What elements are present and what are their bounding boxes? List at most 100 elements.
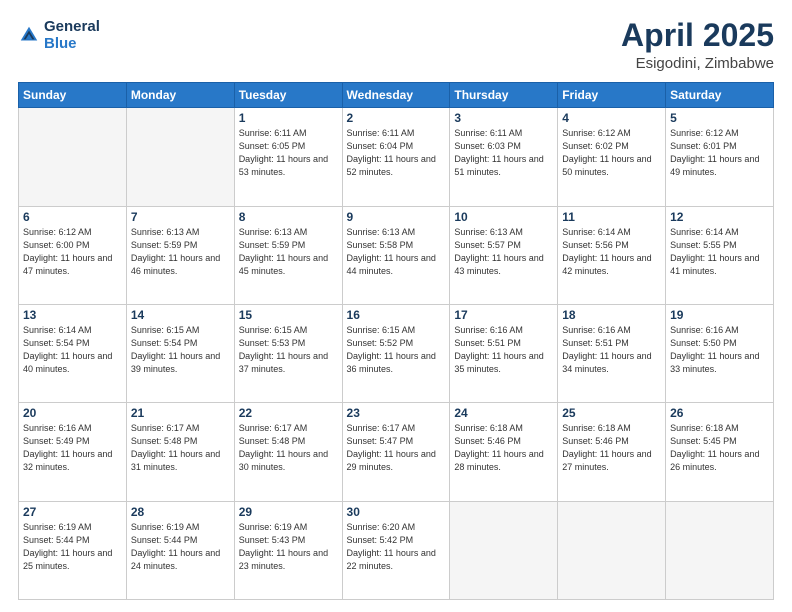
day-number: 13 [23, 308, 122, 322]
day-number: 12 [670, 210, 769, 224]
day-info: Sunrise: 6:12 AMSunset: 6:01 PMDaylight:… [670, 127, 769, 179]
day-number: 29 [239, 505, 338, 519]
day-cell: 9Sunrise: 6:13 AMSunset: 5:58 PMDaylight… [342, 206, 450, 304]
day-cell: 14 Sunrise: 6:15 AMSunset: 5:54 PMDayligh… [126, 304, 234, 402]
day-info: Sunrise: 6:14 AMSunset: 5:55 PMDaylight:… [670, 226, 769, 278]
day-cell: 25 Sunrise: 6:18 AMSunset: 5:46 PMDayligh… [558, 403, 666, 501]
day-info: Sunrise: 6:13 AMSunset: 5:59 PMDaylight:… [131, 226, 230, 278]
day-info: Sunrise: 6:16 AMSunset: 5:49 PMDaylight:… [23, 422, 122, 474]
day-cell: 18 Sunrise: 6:16 AMSunset: 5:51 PMDayligh… [558, 304, 666, 402]
day-cell: 30 Sunrise: 6:20 AMSunset: 5:42 PMDayligh… [342, 501, 450, 599]
day-info: Sunrise: 6:12 AMSunset: 6:02 PMDaylight:… [562, 127, 661, 179]
day-cell: 16 Sunrise: 6:15 AMSunset: 5:52 PMDayligh… [342, 304, 450, 402]
day-info: Sunrise: 6:16 AMSunset: 5:51 PMDaylight:… [562, 324, 661, 376]
weekday-header-monday: Monday [126, 83, 234, 108]
weekday-header-friday: Friday [558, 83, 666, 108]
week-row-4: 20 Sunrise: 6:16 AMSunset: 5:49 PMDayligh… [19, 403, 774, 501]
day-cell: 28 Sunrise: 6:19 AMSunset: 5:44 PMDayligh… [126, 501, 234, 599]
week-row-1: 1 Sunrise: 6:11 AMSunset: 6:05 PMDaylight… [19, 108, 774, 206]
day-cell [666, 501, 774, 599]
day-number: 5 [670, 111, 769, 125]
day-cell: 17 Sunrise: 6:16 AMSunset: 5:51 PMDayligh… [450, 304, 558, 402]
day-number: 22 [239, 406, 338, 420]
weekday-header-thursday: Thursday [450, 83, 558, 108]
day-cell: 11 Sunrise: 6:14 AMSunset: 5:56 PMDayligh… [558, 206, 666, 304]
day-info: Sunrise: 6:18 AMSunset: 5:45 PMDaylight:… [670, 422, 769, 474]
day-number: 2 [347, 111, 446, 125]
logo-icon [18, 24, 40, 46]
day-number: 11 [562, 210, 661, 224]
logo-text: General Blue [44, 18, 100, 53]
week-row-3: 13Sunrise: 6:14 AMSunset: 5:54 PMDayligh… [19, 304, 774, 402]
day-cell: 27Sunrise: 6:19 AMSunset: 5:44 PMDayligh… [19, 501, 127, 599]
day-info: Sunrise: 6:16 AMSunset: 5:50 PMDaylight:… [670, 324, 769, 376]
page: General Blue April 2025 Esigodini, Zimba… [0, 0, 792, 612]
day-cell: 21 Sunrise: 6:17 AMSunset: 5:48 PMDayligh… [126, 403, 234, 501]
day-info: Sunrise: 6:12 AMSunset: 6:00 PMDaylight:… [23, 226, 122, 278]
day-cell: 2 Sunrise: 6:11 AMSunset: 6:04 PMDaylight… [342, 108, 450, 206]
title-area: April 2025 Esigodini, Zimbabwe [621, 18, 774, 72]
day-number: 24 [454, 406, 553, 420]
day-number: 8 [239, 210, 338, 224]
day-number: 20 [23, 406, 122, 420]
weekday-header-tuesday: Tuesday [234, 83, 342, 108]
day-info: Sunrise: 6:19 AMSunset: 5:44 PMDaylight:… [131, 521, 230, 573]
day-info: Sunrise: 6:13 AMSunset: 5:57 PMDaylight:… [454, 226, 553, 278]
day-cell: 7Sunrise: 6:13 AMSunset: 5:59 PMDaylight… [126, 206, 234, 304]
day-info: Sunrise: 6:18 AMSunset: 5:46 PMDaylight:… [454, 422, 553, 474]
week-row-5: 27Sunrise: 6:19 AMSunset: 5:44 PMDayligh… [19, 501, 774, 599]
day-number: 15 [239, 308, 338, 322]
day-info: Sunrise: 6:15 AMSunset: 5:53 PMDaylight:… [239, 324, 338, 376]
day-number: 3 [454, 111, 553, 125]
day-cell: 10 Sunrise: 6:13 AMSunset: 5:57 PMDayligh… [450, 206, 558, 304]
day-number: 19 [670, 308, 769, 322]
logo: General Blue [18, 18, 100, 53]
day-cell: 4 Sunrise: 6:12 AMSunset: 6:02 PMDaylight… [558, 108, 666, 206]
day-cell: 24 Sunrise: 6:18 AMSunset: 5:46 PMDayligh… [450, 403, 558, 501]
logo-general: General [44, 18, 100, 35]
day-cell [19, 108, 127, 206]
day-number: 14 [131, 308, 230, 322]
day-number: 26 [670, 406, 769, 420]
day-cell [558, 501, 666, 599]
day-cell: 19 Sunrise: 6:16 AMSunset: 5:50 PMDayligh… [666, 304, 774, 402]
day-cell: 15 Sunrise: 6:15 AMSunset: 5:53 PMDayligh… [234, 304, 342, 402]
day-number: 9 [347, 210, 446, 224]
day-number: 17 [454, 308, 553, 322]
day-cell: 22Sunrise: 6:17 AMSunset: 5:48 PMDayligh… [234, 403, 342, 501]
day-number: 10 [454, 210, 553, 224]
day-info: Sunrise: 6:17 AMSunset: 5:48 PMDaylight:… [131, 422, 230, 474]
day-cell: 29 Sunrise: 6:19 AMSunset: 5:43 PMDayligh… [234, 501, 342, 599]
day-cell: 23Sunrise: 6:17 AMSunset: 5:47 PMDayligh… [342, 403, 450, 501]
day-cell: 26 Sunrise: 6:18 AMSunset: 5:45 PMDayligh… [666, 403, 774, 501]
weekday-header-sunday: Sunday [19, 83, 127, 108]
day-number: 28 [131, 505, 230, 519]
day-number: 25 [562, 406, 661, 420]
calendar-table: SundayMondayTuesdayWednesdayThursdayFrid… [18, 82, 774, 600]
day-info: Sunrise: 6:19 AMSunset: 5:43 PMDaylight:… [239, 521, 338, 573]
day-cell: 5 Sunrise: 6:12 AMSunset: 6:01 PMDaylight… [666, 108, 774, 206]
day-number: 21 [131, 406, 230, 420]
day-number: 4 [562, 111, 661, 125]
day-info: Sunrise: 6:16 AMSunset: 5:51 PMDaylight:… [454, 324, 553, 376]
day-number: 23 [347, 406, 446, 420]
day-info: Sunrise: 6:15 AMSunset: 5:54 PMDaylight:… [131, 324, 230, 376]
day-number: 1 [239, 111, 338, 125]
day-info: Sunrise: 6:11 AMSunset: 6:03 PMDaylight:… [454, 127, 553, 179]
month-title: April 2025 [621, 18, 774, 53]
day-number: 6 [23, 210, 122, 224]
day-number: 18 [562, 308, 661, 322]
day-info: Sunrise: 6:15 AMSunset: 5:52 PMDaylight:… [347, 324, 446, 376]
day-number: 16 [347, 308, 446, 322]
day-info: Sunrise: 6:18 AMSunset: 5:46 PMDaylight:… [562, 422, 661, 474]
day-cell: 1 Sunrise: 6:11 AMSunset: 6:05 PMDaylight… [234, 108, 342, 206]
day-info: Sunrise: 6:14 AMSunset: 5:56 PMDaylight:… [562, 226, 661, 278]
day-info: Sunrise: 6:19 AMSunset: 5:44 PMDaylight:… [23, 521, 122, 573]
logo-blue: Blue [44, 35, 100, 52]
weekday-header-row: SundayMondayTuesdayWednesdayThursdayFrid… [19, 83, 774, 108]
day-number: 30 [347, 505, 446, 519]
day-info: Sunrise: 6:11 AMSunset: 6:04 PMDaylight:… [347, 127, 446, 179]
day-info: Sunrise: 6:11 AMSunset: 6:05 PMDaylight:… [239, 127, 338, 179]
day-cell: 13Sunrise: 6:14 AMSunset: 5:54 PMDayligh… [19, 304, 127, 402]
day-info: Sunrise: 6:20 AMSunset: 5:42 PMDaylight:… [347, 521, 446, 573]
